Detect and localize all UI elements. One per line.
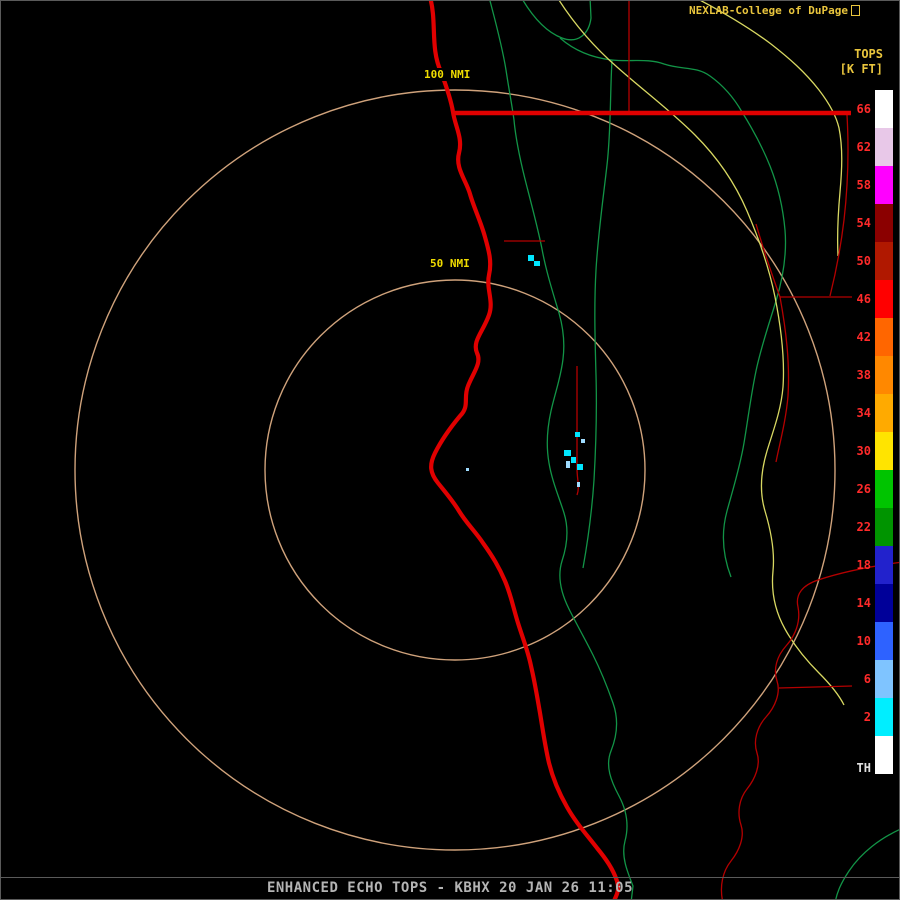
legend-title-tops: TOPS bbox=[840, 47, 883, 62]
legend-value-label: 2 bbox=[864, 710, 871, 724]
legend-color-swatch bbox=[875, 584, 893, 622]
legend-value-label: 54 bbox=[857, 216, 871, 230]
footer-divider-line bbox=[0, 877, 900, 878]
legend-color-swatch bbox=[875, 128, 893, 166]
county-line bbox=[560, 38, 786, 577]
legend-entry-58: 58 bbox=[857, 166, 893, 204]
legend-value-label: 46 bbox=[857, 292, 871, 306]
legend-title: TOPS [K FT] bbox=[840, 47, 883, 77]
legend-value-label: 22 bbox=[857, 520, 871, 534]
legend-value-label: 18 bbox=[857, 558, 871, 572]
legend-value-label: 66 bbox=[857, 102, 871, 116]
legend-value-label: 38 bbox=[857, 368, 871, 382]
legend-value-label: 34 bbox=[857, 406, 871, 420]
legend-entry-22: 22 bbox=[857, 508, 893, 546]
echo-pixel bbox=[577, 482, 580, 487]
county-line bbox=[521, 0, 591, 40]
legend-value-label: 6 bbox=[864, 672, 871, 686]
legend-color-swatch bbox=[875, 280, 893, 318]
coastline-highway bbox=[430, 0, 618, 900]
county-line bbox=[489, 0, 633, 900]
legend-color-swatch bbox=[875, 470, 893, 508]
legend-color-swatch bbox=[875, 508, 893, 546]
legend-color-swatch bbox=[875, 698, 893, 736]
legend-entry-6: 6 bbox=[857, 660, 893, 698]
legend-entry-34: 34 bbox=[857, 394, 893, 432]
legend-entry-18: 18 bbox=[857, 546, 893, 584]
legend-color-swatch bbox=[875, 318, 893, 356]
red-boundary-line bbox=[779, 686, 852, 688]
yellow-boundary-line bbox=[694, 0, 842, 256]
legend-value-label: 30 bbox=[857, 444, 871, 458]
legend-rows: 66625854504642383430262218141062TH bbox=[857, 90, 893, 774]
legend-entry-2: 2 bbox=[857, 698, 893, 736]
range-ring-label-100nmi: 100 NMI bbox=[422, 68, 472, 81]
legend-color-swatch bbox=[875, 394, 893, 432]
echo-pixel bbox=[581, 439, 585, 443]
legend-color-scale: 66625854504642383430262218141062TH bbox=[857, 90, 893, 774]
legend-color-swatch bbox=[875, 356, 893, 394]
legend-entry-46: 46 bbox=[857, 280, 893, 318]
legend-entry-54: 54 bbox=[857, 204, 893, 242]
red-boundary-line bbox=[776, 297, 789, 462]
legend-entry-14: 14 bbox=[857, 584, 893, 622]
range-ring-100nmi bbox=[75, 90, 835, 850]
attribution-text: NEXLAB-College of DuPage bbox=[689, 4, 848, 17]
legend-entry-62: 62 bbox=[857, 128, 893, 166]
state-boundaries-yellow bbox=[557, 0, 844, 705]
echo-pixel bbox=[534, 261, 540, 266]
legend-title-units: [K FT] bbox=[840, 62, 883, 77]
product-caption: ENHANCED ECHO TOPS - KBHX 20 JAN 26 11:0… bbox=[0, 880, 900, 896]
legend-entry-66: 66 bbox=[857, 90, 893, 128]
red-boundary-line bbox=[577, 366, 578, 495]
legend-entry-38: 38 bbox=[857, 356, 893, 394]
legend-entry-30: 30 bbox=[857, 432, 893, 470]
radar-echoes bbox=[466, 255, 585, 487]
legend-entry-26: 26 bbox=[857, 470, 893, 508]
legend-entry-10: 10 bbox=[857, 622, 893, 660]
legend-value-label: 10 bbox=[857, 634, 871, 648]
echo-pixel bbox=[528, 255, 534, 261]
legend-color-swatch bbox=[875, 90, 893, 128]
legend-color-swatch bbox=[875, 204, 893, 242]
attribution-partial-glyph bbox=[851, 5, 860, 16]
range-ring-label-50nmi: 50 NMI bbox=[428, 257, 472, 270]
legend-color-swatch bbox=[875, 432, 893, 470]
legend-value-label: 62 bbox=[857, 140, 871, 154]
legend-value-label: 26 bbox=[857, 482, 871, 496]
red-boundary-line bbox=[756, 224, 780, 297]
county-line bbox=[583, 60, 612, 568]
echo-pixel bbox=[577, 464, 583, 470]
echo-pixel bbox=[566, 461, 570, 468]
legend-color-swatch bbox=[875, 736, 893, 774]
yellow-boundary-line bbox=[557, 0, 844, 705]
legend-color-swatch bbox=[875, 546, 893, 584]
legend-color-swatch bbox=[875, 660, 893, 698]
echo-pixel bbox=[466, 468, 469, 471]
legend-value-label: 58 bbox=[857, 178, 871, 192]
legend-color-swatch bbox=[875, 622, 893, 660]
range-ring-50nmi bbox=[265, 280, 645, 660]
legend-color-swatch bbox=[875, 242, 893, 280]
legend-entry-42: 42 bbox=[857, 318, 893, 356]
echo-pixel bbox=[571, 457, 576, 463]
radar-map bbox=[0, 0, 900, 900]
legend-color-swatch bbox=[875, 166, 893, 204]
legend-value-label: 42 bbox=[857, 330, 871, 344]
echo-pixel bbox=[564, 450, 571, 456]
range-rings bbox=[75, 90, 835, 850]
legend-value-label: TH bbox=[857, 761, 871, 775]
legend-entry-TH: TH bbox=[857, 736, 893, 774]
legend-value-label: 50 bbox=[857, 254, 871, 268]
legend-value-label: 14 bbox=[857, 596, 871, 610]
highway-coastline-red bbox=[430, 0, 851, 900]
echo-pixel bbox=[575, 432, 580, 437]
legend-entry-50: 50 bbox=[857, 242, 893, 280]
